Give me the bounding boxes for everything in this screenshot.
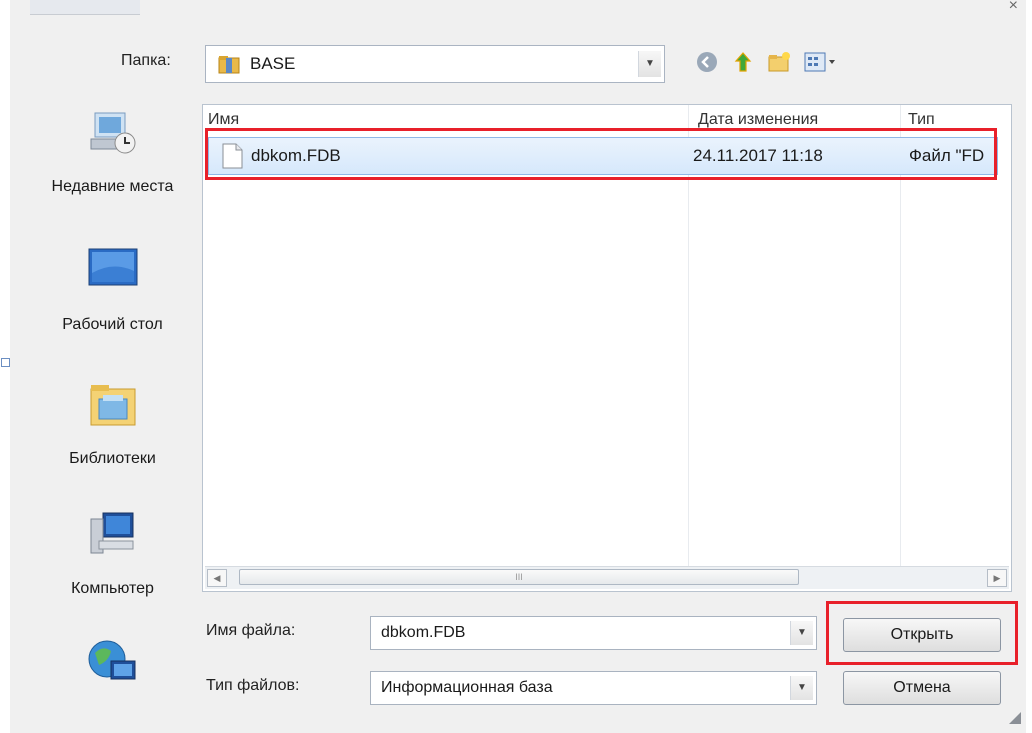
view-menu-icon[interactable] xyxy=(803,50,839,74)
place-libraries[interactable]: Библиотеки xyxy=(30,377,195,468)
column-header-name[interactable]: Имя xyxy=(203,105,688,135)
scroll-grip-marker: III xyxy=(515,572,523,582)
current-folder-name: BASE xyxy=(250,54,296,73)
folder-icon xyxy=(218,56,240,74)
filetype-value: Информационная база xyxy=(381,679,553,696)
column-header-date[interactable]: Дата изменения xyxy=(693,105,898,135)
place-label: Библиотеки xyxy=(69,450,156,467)
filename-input[interactable]: dbkom.FDB ▼ xyxy=(370,616,817,650)
open-button[interactable]: Открыть xyxy=(843,618,1001,652)
scroll-right-icon[interactable]: ▶ xyxy=(987,569,1007,587)
place-label: Компьютер xyxy=(71,580,154,597)
back-icon[interactable] xyxy=(695,50,719,74)
horizontal-scrollbar[interactable]: ◀ III ▶ xyxy=(205,566,1009,589)
filetype-label: Тип файлов: xyxy=(206,677,300,694)
file-date: 24.11.2017 11:18 xyxy=(693,146,823,165)
file-row[interactable]: dbkom.FDB 24.11.2017 11:18 Файл "FD xyxy=(208,137,998,175)
scrollbar-thumb[interactable]: III xyxy=(239,569,799,585)
chevron-down-icon[interactable]: ▼ xyxy=(790,621,813,645)
libraries-icon xyxy=(90,385,135,426)
file-name: dbkom.FDB xyxy=(251,146,341,165)
file-icon xyxy=(222,143,243,169)
computer-icon xyxy=(90,512,133,554)
cancel-button[interactable]: Отмена xyxy=(843,671,1001,705)
filename-label: Имя файла: xyxy=(206,622,296,639)
resize-grip-icon[interactable] xyxy=(1008,711,1022,725)
column-header-type[interactable]: Тип xyxy=(903,105,1011,135)
file-type: Файл "FD xyxy=(909,146,985,165)
navigation-toolbar xyxy=(695,50,839,74)
filename-value: dbkom.FDB xyxy=(381,624,466,641)
close-icon[interactable]: × xyxy=(1009,0,1018,14)
resize-handle[interactable] xyxy=(1,358,10,367)
place-recent[interactable]: Недавние места xyxy=(30,105,195,196)
new-folder-icon[interactable] xyxy=(767,50,791,74)
folder-combobox[interactable]: BASE ▼ xyxy=(205,45,665,83)
chevron-down-icon[interactable]: ▼ xyxy=(638,51,661,77)
up-folder-icon[interactable] xyxy=(731,50,755,74)
filetype-select[interactable]: Информационная база ▼ xyxy=(370,671,817,705)
place-computer[interactable]: Компьютер xyxy=(30,507,195,598)
recent-places-icon xyxy=(90,112,135,154)
network-icon xyxy=(88,640,135,680)
desktop-icon xyxy=(88,248,137,286)
scroll-left-icon[interactable]: ◀ xyxy=(207,569,227,587)
folder-label: Папка: xyxy=(121,52,171,69)
place-network[interactable] xyxy=(30,635,195,696)
place-label: Рабочий стол xyxy=(62,316,163,333)
file-list[interactable]: Имя Дата изменения Тип dbkom.FDB 24.11.2… xyxy=(202,104,1012,592)
place-label: Недавние места xyxy=(51,178,174,195)
title-bar xyxy=(30,0,140,15)
place-desktop[interactable]: Рабочий стол xyxy=(30,243,195,334)
chevron-down-icon[interactable]: ▼ xyxy=(790,676,813,700)
